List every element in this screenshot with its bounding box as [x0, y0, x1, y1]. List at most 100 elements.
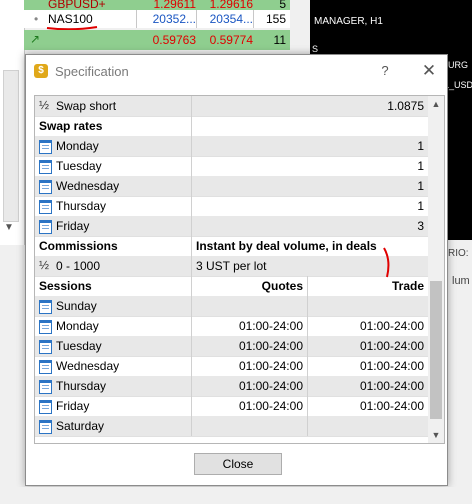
section-value: Instant by deal volume, in deals	[196, 239, 377, 253]
table-row[interactable]: Saturday	[35, 416, 428, 437]
cell-label: Sessions	[35, 276, 192, 296]
trade-session-value: 01:00-24:00	[359, 399, 424, 413]
trade-session-value: 01:00-24:00	[359, 379, 424, 393]
cell-label: Monday	[35, 316, 192, 336]
cell-quotes: 01:00-24:00	[192, 396, 308, 416]
cell-label: Sunday	[35, 296, 192, 316]
row-label: 0 - 1000	[56, 259, 101, 273]
quotes-session-value: 01:00-24:00	[238, 399, 303, 413]
column-header-quotes: Quotes	[261, 279, 303, 293]
cell-quotes: 01:00-24:00	[192, 336, 308, 356]
column-divider	[196, 10, 197, 28]
cell-value: 3	[192, 216, 428, 236]
chart-label: S	[312, 44, 319, 54]
table-body: ½ Swap short 1.0875 Swap rates Monday 1 Tuesda…	[35, 96, 428, 443]
quotes-session-value: 01:00-24:00	[238, 359, 303, 373]
section-header-row[interactable]: Swap rates	[35, 116, 428, 137]
chart-label: L_USD	[444, 80, 472, 90]
market-watch-row[interactable]: ↗ 0.59763 0.59774 11	[24, 30, 290, 50]
table-row[interactable]: Thursday 01:00-24:00 01:00-24:00	[35, 376, 428, 397]
table-row[interactable]: Wednesday 01:00-24:00 01:00-24:00	[35, 356, 428, 377]
spread-value: 11	[273, 33, 286, 47]
cell-label: Monday	[35, 136, 192, 156]
chart-title: MANAGER, H1	[314, 16, 383, 27]
table-row[interactable]: Friday 01:00-24:00 01:00-24:00	[35, 396, 428, 417]
dialog-titlebar[interactable]: $ Specification ? ✕	[26, 55, 447, 88]
cell-label: ½ 0 - 1000	[35, 256, 192, 276]
table-row[interactable]: Thursday 1	[35, 196, 428, 217]
help-button[interactable]: ?	[376, 62, 394, 80]
scroll-up-icon[interactable]: ▲	[428, 96, 444, 112]
row-label: Wednesday	[56, 359, 120, 373]
quotes-session-value: 01:00-24:00	[238, 319, 303, 333]
bid-price: 20352...	[152, 12, 196, 26]
bullet-icon: •	[34, 12, 39, 26]
left-scrollbar[interactable]	[3, 70, 19, 222]
red-bracket-annotation	[383, 247, 390, 278]
row-label: Monday	[56, 139, 99, 153]
table-row[interactable]: Tuesday 01:00-24:00 01:00-24:00	[35, 336, 428, 357]
column-divider	[253, 10, 254, 28]
cell-trade: Trade	[308, 276, 428, 296]
calendar-icon	[39, 340, 52, 354]
table-row[interactable]: Monday 01:00-24:00 01:00-24:00	[35, 316, 428, 337]
dialog-title: Specification	[55, 64, 129, 79]
cell-quotes: 01:00-24:00	[192, 356, 308, 376]
row-label: Thursday	[56, 379, 107, 393]
cell-label: Thursday	[35, 196, 192, 216]
scroll-down-arrow-icon[interactable]: ▼	[4, 222, 14, 233]
trade-session-value: 01:00-24:00	[359, 359, 424, 373]
table-row[interactable]: Wednesday 1	[35, 176, 428, 197]
quotes-session-value: 01:00-24:00	[238, 379, 303, 393]
section-header-row[interactable]: Commissions Instant by deal volume, in de…	[35, 236, 428, 257]
ask-price: 20354...	[209, 12, 253, 26]
row-value: 1	[417, 159, 424, 173]
table-row[interactable]: ½ 0 - 1000 3 UST per lot	[35, 256, 428, 277]
cell-trade: 01:00-24:00	[308, 356, 428, 376]
row-value: 1	[417, 199, 424, 213]
row-label: Thursday	[56, 199, 107, 213]
cell-label: Swap rates	[35, 116, 192, 136]
cell-quotes: Quotes	[192, 276, 308, 296]
cell-value: 1	[192, 176, 428, 196]
calendar-icon	[39, 400, 52, 414]
specification-table: ½ Swap short 1.0875 Swap rates Monday 1 Tuesda…	[34, 95, 445, 444]
market-watch-left-pane: ▼	[0, 0, 25, 245]
table-row[interactable]: ½ Swap short 1.0875	[35, 96, 428, 117]
close-icon[interactable]: ✕	[418, 60, 440, 82]
section-title: Swap rates	[39, 119, 103, 133]
row-value: 1	[417, 139, 424, 153]
ask-price: 0.59774	[209, 33, 253, 47]
specification-dialog: $ Specification ? ✕ ½ Swap short 1.0875 Swa…	[25, 54, 448, 486]
row-label: Saturday	[56, 419, 105, 433]
cell-value: 1	[192, 136, 428, 156]
section-header-row[interactable]: Sessions Quotes Trade	[35, 276, 428, 297]
calendar-icon	[39, 140, 52, 154]
scroll-down-icon[interactable]: ▼	[428, 427, 444, 443]
calendar-icon	[39, 420, 52, 434]
table-row[interactable]: Sunday	[35, 296, 428, 317]
row-value: 3	[417, 219, 424, 233]
row-label: Swap short	[56, 99, 117, 113]
table-row[interactable]: Monday 1	[35, 136, 428, 157]
panel-label: lum	[452, 275, 470, 287]
cell-label: Thursday	[35, 376, 192, 396]
market-watch-row[interactable]: • NAS100 20352... 20354... 155	[24, 10, 290, 31]
table-row[interactable]: Tuesday 1	[35, 156, 428, 177]
cell-quotes: 01:00-24:00	[192, 376, 308, 396]
row-label: Friday	[56, 219, 90, 233]
vertical-scrollbar[interactable]: ▲ ▼	[428, 96, 444, 443]
calendar-icon	[39, 180, 52, 194]
section-title: Commissions	[39, 239, 118, 253]
row-value: 1.0875	[387, 99, 424, 113]
scrollbar-thumb[interactable]	[430, 281, 442, 419]
cell-label: Wednesday	[35, 356, 192, 376]
row-label: Tuesday	[56, 159, 102, 173]
cell-label: Commissions	[35, 236, 192, 256]
table-row[interactable]: Friday 3	[35, 216, 428, 237]
cell-trade: 01:00-24:00	[308, 396, 428, 416]
cell-trade: 01:00-24:00	[308, 316, 428, 336]
close-button[interactable]: Close	[194, 453, 282, 475]
app-icon: $	[34, 64, 48, 78]
calendar-icon	[39, 300, 52, 314]
